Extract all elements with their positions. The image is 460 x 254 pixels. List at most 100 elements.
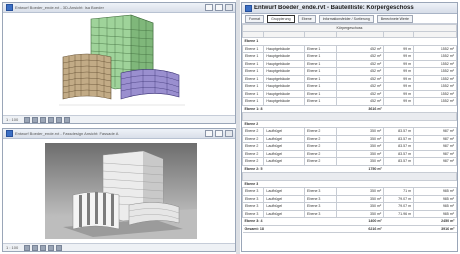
schedule-cell[interactable]: Ebene 2 xyxy=(242,127,265,136)
schedule-cell[interactable]: Ebene 1 xyxy=(242,44,265,53)
schedule-cell[interactable] xyxy=(304,164,337,173)
table-row[interactable]: Ebene 2 Laufbügel Ebene 2 350 m² 83.57 m 987 … xyxy=(242,127,457,136)
schedule-cell[interactable]: 99 m xyxy=(383,89,415,98)
schedule-cell[interactable]: Ebene 2: 5 xyxy=(242,164,264,173)
schedule-cell[interactable]: 1552 m² xyxy=(413,67,457,76)
schedule-cell[interactable]: 83.57 m xyxy=(383,127,415,136)
schedule-cell[interactable]: 1552 m² xyxy=(413,52,457,61)
schedule-cell[interactable]: 987 m² xyxy=(413,134,457,143)
render-icon[interactable] xyxy=(56,244,63,251)
table-row[interactable]: Ebene 3 Laufbügel Ebene 3 350 m² 71 m 985 m² xyxy=(242,187,457,196)
table-row[interactable]: Ebene 2 Laufbügel Ebene 2 350 m² 83.57 m 987 … xyxy=(242,134,457,143)
table-row[interactable]: Ebene 1 Hauptgebäude Ebene 1 452 m² 99 m 1552… xyxy=(242,44,457,53)
schedule-cell[interactable]: Laufbügel xyxy=(263,209,306,218)
schedule-cell[interactable]: 99 m xyxy=(383,44,415,53)
group-header-row[interactable]: Ebene 2 xyxy=(242,119,457,128)
schedule-cell[interactable] xyxy=(383,217,414,226)
bottom-rendered-view-window[interactable]: Entwurf Boeder_ende.rvt - Fassdesign Ans… xyxy=(2,128,236,252)
crop-region-icon[interactable] xyxy=(56,116,63,123)
schedule-cell[interactable]: Ebene 3 xyxy=(304,194,338,203)
schedule-cell[interactable]: 1552 m² xyxy=(413,44,457,53)
table-row[interactable]: Ebene 1 Hauptgebäude Ebene 1 452 m² 99 m 1552… xyxy=(242,74,457,83)
schedule-cell[interactable]: Hauptgebäude xyxy=(263,82,306,91)
schedule-cell[interactable]: 1552 m² xyxy=(413,97,457,106)
table-row[interactable]: Ebene 1 Hauptgebäude Ebene 1 452 m² 99 m 1552… xyxy=(242,97,457,106)
group-header-row[interactable]: Ebene 1 xyxy=(242,37,457,46)
schedule-cell[interactable]: Ebene 1 xyxy=(304,74,338,83)
schedule-cell[interactable]: Ebene 1 xyxy=(304,52,338,61)
group-total-row[interactable]: Ebene 1: 8 3616 m² xyxy=(242,104,457,113)
schedule-cell[interactable]: Ebene 1 xyxy=(242,59,265,68)
schedule-cell[interactable]: 1552 m² xyxy=(413,59,457,68)
schedule-cell[interactable]: 350 m² xyxy=(336,194,385,203)
schedule-cell[interactable] xyxy=(304,224,337,233)
schedule-cell[interactable]: 71.96 m xyxy=(383,209,415,218)
schedule-cell[interactable]: Hauptgebäude xyxy=(263,67,306,76)
sun-path-icon[interactable] xyxy=(40,116,47,123)
table-row[interactable]: Ebene 2 Laufbügel Ebene 2 350 m² 83.57 m 987 … xyxy=(242,149,457,158)
maximize-button[interactable] xyxy=(215,130,223,137)
schedule-cell[interactable] xyxy=(263,217,305,226)
schedule-cell[interactable]: 350 m² xyxy=(336,209,385,218)
schedule-toolbar-button[interactable]: Berechnete Werte xyxy=(376,14,413,23)
table-row[interactable]: Ebene 1 Hauptgebäude Ebene 1 452 m² 99 m 1552… xyxy=(242,82,457,91)
schedule-cell[interactable]: 987 m² xyxy=(413,149,457,158)
schedule-cell[interactable]: 350 m² xyxy=(336,202,385,211)
top-3d-canvas[interactable] xyxy=(3,13,235,115)
schedule-cell[interactable]: Ebene 3: 4 xyxy=(242,217,264,226)
schedule-toolbar-button[interactable]: Ebene xyxy=(297,14,316,23)
schedule-cell[interactable]: Hauptgebäude xyxy=(263,52,306,61)
schedule-cell[interactable]: Ebene 2 xyxy=(304,134,338,143)
schedule-cell[interactable]: Laufbügel xyxy=(263,134,306,143)
schedule-cell[interactable]: 452 m² xyxy=(336,82,385,91)
schedule-cell[interactable]: 99 m xyxy=(383,82,415,91)
schedule-cell[interactable]: Laufbügel xyxy=(263,127,306,136)
schedule-cell[interactable]: Ebene 3 xyxy=(242,194,265,203)
schedule-cell[interactable]: Ebene 1: 8 xyxy=(242,104,264,113)
schedule-cell[interactable]: 1552 m² xyxy=(413,74,457,83)
schedule-cell[interactable]: Ebene 3 xyxy=(242,209,265,218)
schedule-cell[interactable]: 350 m² xyxy=(336,142,385,151)
schedule-cell[interactable]: 2450 m² xyxy=(413,217,457,226)
detail-level-icon[interactable] xyxy=(24,244,31,251)
schedule-cell[interactable]: 985 m² xyxy=(413,202,457,211)
schedule-cell[interactable]: Ebene 1 xyxy=(242,89,265,98)
group-header-row[interactable]: Ebene 3 xyxy=(242,179,457,188)
schedule-cell[interactable]: Gesamt: 18 xyxy=(242,224,264,233)
bottom-view-titlebar[interactable]: Entwurf Boeder_ende.rvt - Fassdesign Ans… xyxy=(3,129,235,139)
schedule-cell[interactable]: 987 m² xyxy=(413,157,457,166)
schedule-cell[interactable]: 987 m² xyxy=(413,142,457,151)
schedule-cell[interactable]: Ebene 1 xyxy=(304,67,338,76)
schedule-cell[interactable]: 6216 m² xyxy=(336,224,384,233)
schedule-cell[interactable]: Ebene 1 xyxy=(242,74,265,83)
schedule-toolbar-button[interactable]: Format xyxy=(245,14,265,23)
schedule-cell[interactable]: 83.57 m xyxy=(383,142,415,151)
schedule-cell[interactable]: Laufbügel xyxy=(263,157,306,166)
scale-label[interactable]: 1 : 100 xyxy=(6,245,18,250)
schedule-cell[interactable]: 985 m² xyxy=(413,187,457,196)
schedule-cell[interactable]: Laufbügel xyxy=(263,202,306,211)
hide-isolate-icon[interactable] xyxy=(64,116,71,123)
schedule-cell[interactable]: 452 m² xyxy=(336,67,385,76)
schedule-cell[interactable]: 3616 m² xyxy=(336,104,384,113)
schedule-cell[interactable]: 99 m xyxy=(383,74,415,83)
minimize-button[interactable] xyxy=(205,130,213,137)
schedule-cell[interactable]: 1400 m² xyxy=(336,217,384,226)
schedule-cell[interactable]: Hauptgebäude xyxy=(263,97,306,106)
schedule-toolbar-button[interactable]: Gruppierung xyxy=(267,14,295,23)
minimize-button[interactable] xyxy=(205,4,213,11)
table-row[interactable]: Ebene 1 Hauptgebäude Ebene 1 452 m² 99 m 1552… xyxy=(242,52,457,61)
schedule-cell[interactable]: 452 m² xyxy=(336,52,385,61)
schedule-cell[interactable]: Laufbügel xyxy=(263,149,306,158)
schedule-cell[interactable]: Ebene 2 xyxy=(242,142,265,151)
schedule-window[interactable]: Entwurf Boeder_ende.rvt - Bauteilliste: … xyxy=(241,2,458,252)
schedule-titlebar[interactable]: Entwurf Boeder_ende.rvt - Bauteilliste: … xyxy=(242,3,457,14)
schedule-cell[interactable]: 99 m xyxy=(383,59,415,68)
shadows-icon[interactable] xyxy=(48,116,55,123)
schedule-cell[interactable]: Ebene 2 xyxy=(304,157,338,166)
schedule-cell[interactable]: Hauptgebäude xyxy=(263,89,306,98)
schedule-cell[interactable]: Ebene 1 xyxy=(242,67,265,76)
schedule-cell[interactable]: 83.57 m xyxy=(383,134,415,143)
schedule-cell[interactable]: 452 m² xyxy=(336,97,385,106)
schedule-cell[interactable]: 350 m² xyxy=(336,127,385,136)
